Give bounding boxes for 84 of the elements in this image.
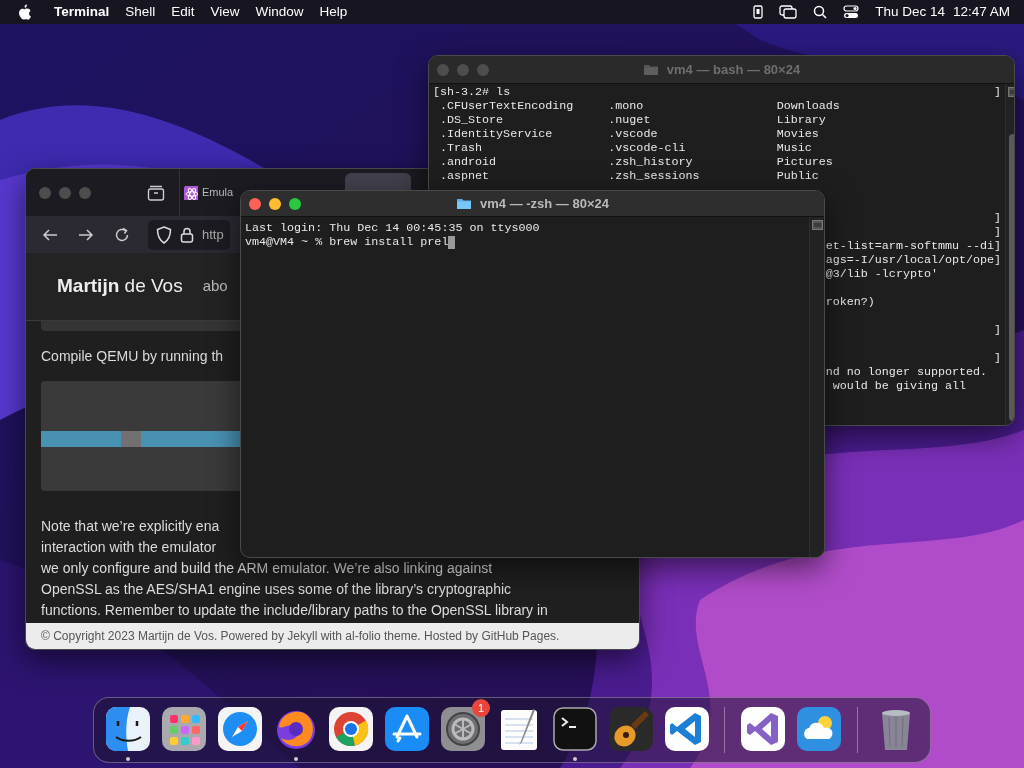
screen-mirroring-icon[interactable] [779, 5, 798, 19]
atom-icon [184, 185, 198, 200]
menu-item[interactable]: Edit [163, 0, 203, 24]
terminal-line: vm4@VM4 ~ % brew install prel [245, 235, 449, 249]
phone-icon[interactable] [753, 5, 764, 19]
file-name: .zsh_sessions [608, 169, 701, 183]
terminal-line: @3/lib -lcrypto' [825, 267, 938, 281]
terminal-line: nd no longer supported. [825, 365, 988, 379]
shield-icon [156, 225, 172, 244]
folder-icon [642, 63, 659, 76]
file-name: .android [440, 155, 498, 169]
paragraph-line: we only configure and build the ARM emulator. We’re also linking against [41, 559, 494, 578]
file-name: .aspnet [440, 169, 491, 183]
file-name: .zsh_history [608, 155, 694, 169]
terminal-icon[interactable] [552, 707, 597, 751]
terminal-line: [sh-3.2# ls [433, 85, 511, 99]
reload-icon[interactable] [114, 226, 130, 243]
app-menu[interactable]: Terminal [46, 0, 118, 24]
folder-icon [456, 197, 472, 210]
tab-overview-icon[interactable] [147, 184, 165, 201]
file-name: .vscode-cli [608, 141, 687, 155]
file-name: .IdentityService [440, 127, 554, 141]
line-mark: ] [994, 225, 1002, 239]
url-field[interactable]: http [148, 219, 230, 250]
browser-tab[interactable]: Emula [182, 173, 236, 212]
menu-item[interactable]: Shell [117, 0, 164, 24]
terminal-line: roken?) [825, 295, 875, 309]
file-name: Public [776, 169, 820, 183]
search-icon[interactable] [813, 5, 828, 19]
forward-icon[interactable] [78, 227, 94, 242]
menu-item[interactable]: Help [311, 0, 356, 24]
terminal-line: ags=-I/usr/local/opt/ope [825, 253, 995, 267]
menu-item[interactable]: Window [247, 0, 312, 24]
apple-icon[interactable] [18, 4, 32, 20]
file-name: Downloads [776, 99, 841, 113]
file-name: .mono [608, 99, 645, 113]
file-name: .DS_Store [440, 113, 505, 127]
window-title: vm4 — -zsh — 80×24 [480, 194, 609, 213]
line-mark: ] [994, 211, 1002, 225]
file-name: .Trash [440, 141, 484, 155]
file-name: .CFUserTextEncoding [440, 99, 575, 113]
footer-text: © Copyright 2023 Martijn de Vos. Powered by Jekyll with al-folio theme. Hosted by GitHub Pages. [41, 628, 560, 645]
file-name: Movies [776, 127, 820, 141]
site-title[interactable]: Martijn de Vos [57, 272, 183, 301]
app-grid-icon[interactable] [161, 707, 206, 751]
text-cursor [448, 235, 456, 249]
paragraph-line: Note that we’re explicitly ena [41, 517, 221, 536]
paragraph-line: interaction with the emulator [41, 538, 218, 557]
paragraph-line: functions. Remember to update the include/library paths to the OpenSSL library in [41, 601, 549, 620]
infinity-icon[interactable] [741, 707, 786, 751]
face-icon[interactable] [105, 707, 150, 751]
ribbon-icon[interactable] [664, 707, 709, 751]
guitar-icon[interactable] [608, 707, 653, 751]
close-button[interactable] [249, 198, 261, 210]
window-title: vm4 — bash — 80×24 [666, 60, 801, 79]
line-mark: ] [994, 253, 1002, 267]
minimize-button[interactable] [269, 198, 281, 210]
line-mark: ] [994, 239, 1002, 253]
terminal-line: would be giving all [831, 379, 967, 393]
lock-icon [180, 226, 194, 243]
a-shape-icon[interactable] [385, 707, 430, 751]
terminal-line: Last login: Thu Dec 14 00:45:35 on ttys000 [245, 221, 540, 235]
file-name: Music [776, 141, 813, 155]
compass-icon[interactable] [217, 707, 262, 751]
control-center-icon[interactable] [843, 5, 860, 19]
split-pane-icon[interactable] [812, 220, 823, 230]
file-name: Library [776, 113, 827, 127]
cloud-icon[interactable] [797, 707, 842, 751]
paragraph-line: OpenSSL as the AES/SHA1 engine uses some of the library’s cryptographic [41, 580, 513, 599]
file-name: .vscode [608, 127, 659, 141]
nav-link[interactable]: abo [202, 275, 228, 298]
menu-bar-time[interactable]: 12:47 AM [952, 1, 1010, 23]
line-mark: ] [994, 351, 1002, 365]
line-mark: ] [994, 85, 1002, 99]
zoom-button[interactable] [289, 198, 301, 210]
file-name: Pictures [776, 155, 834, 169]
ring-icon[interactable] [329, 707, 374, 751]
file-name: .nuget [608, 113, 652, 127]
menu-item[interactable]: View [202, 0, 248, 24]
line-mark: ] [994, 323, 1002, 337]
menu-bar-date[interactable]: Thu Dec 14 [875, 1, 945, 23]
back-icon[interactable] [42, 227, 58, 242]
terminal-line: et-list=arm-softmmu --di [825, 239, 995, 253]
paragraph-text: Compile QEMU by running th [41, 347, 225, 366]
